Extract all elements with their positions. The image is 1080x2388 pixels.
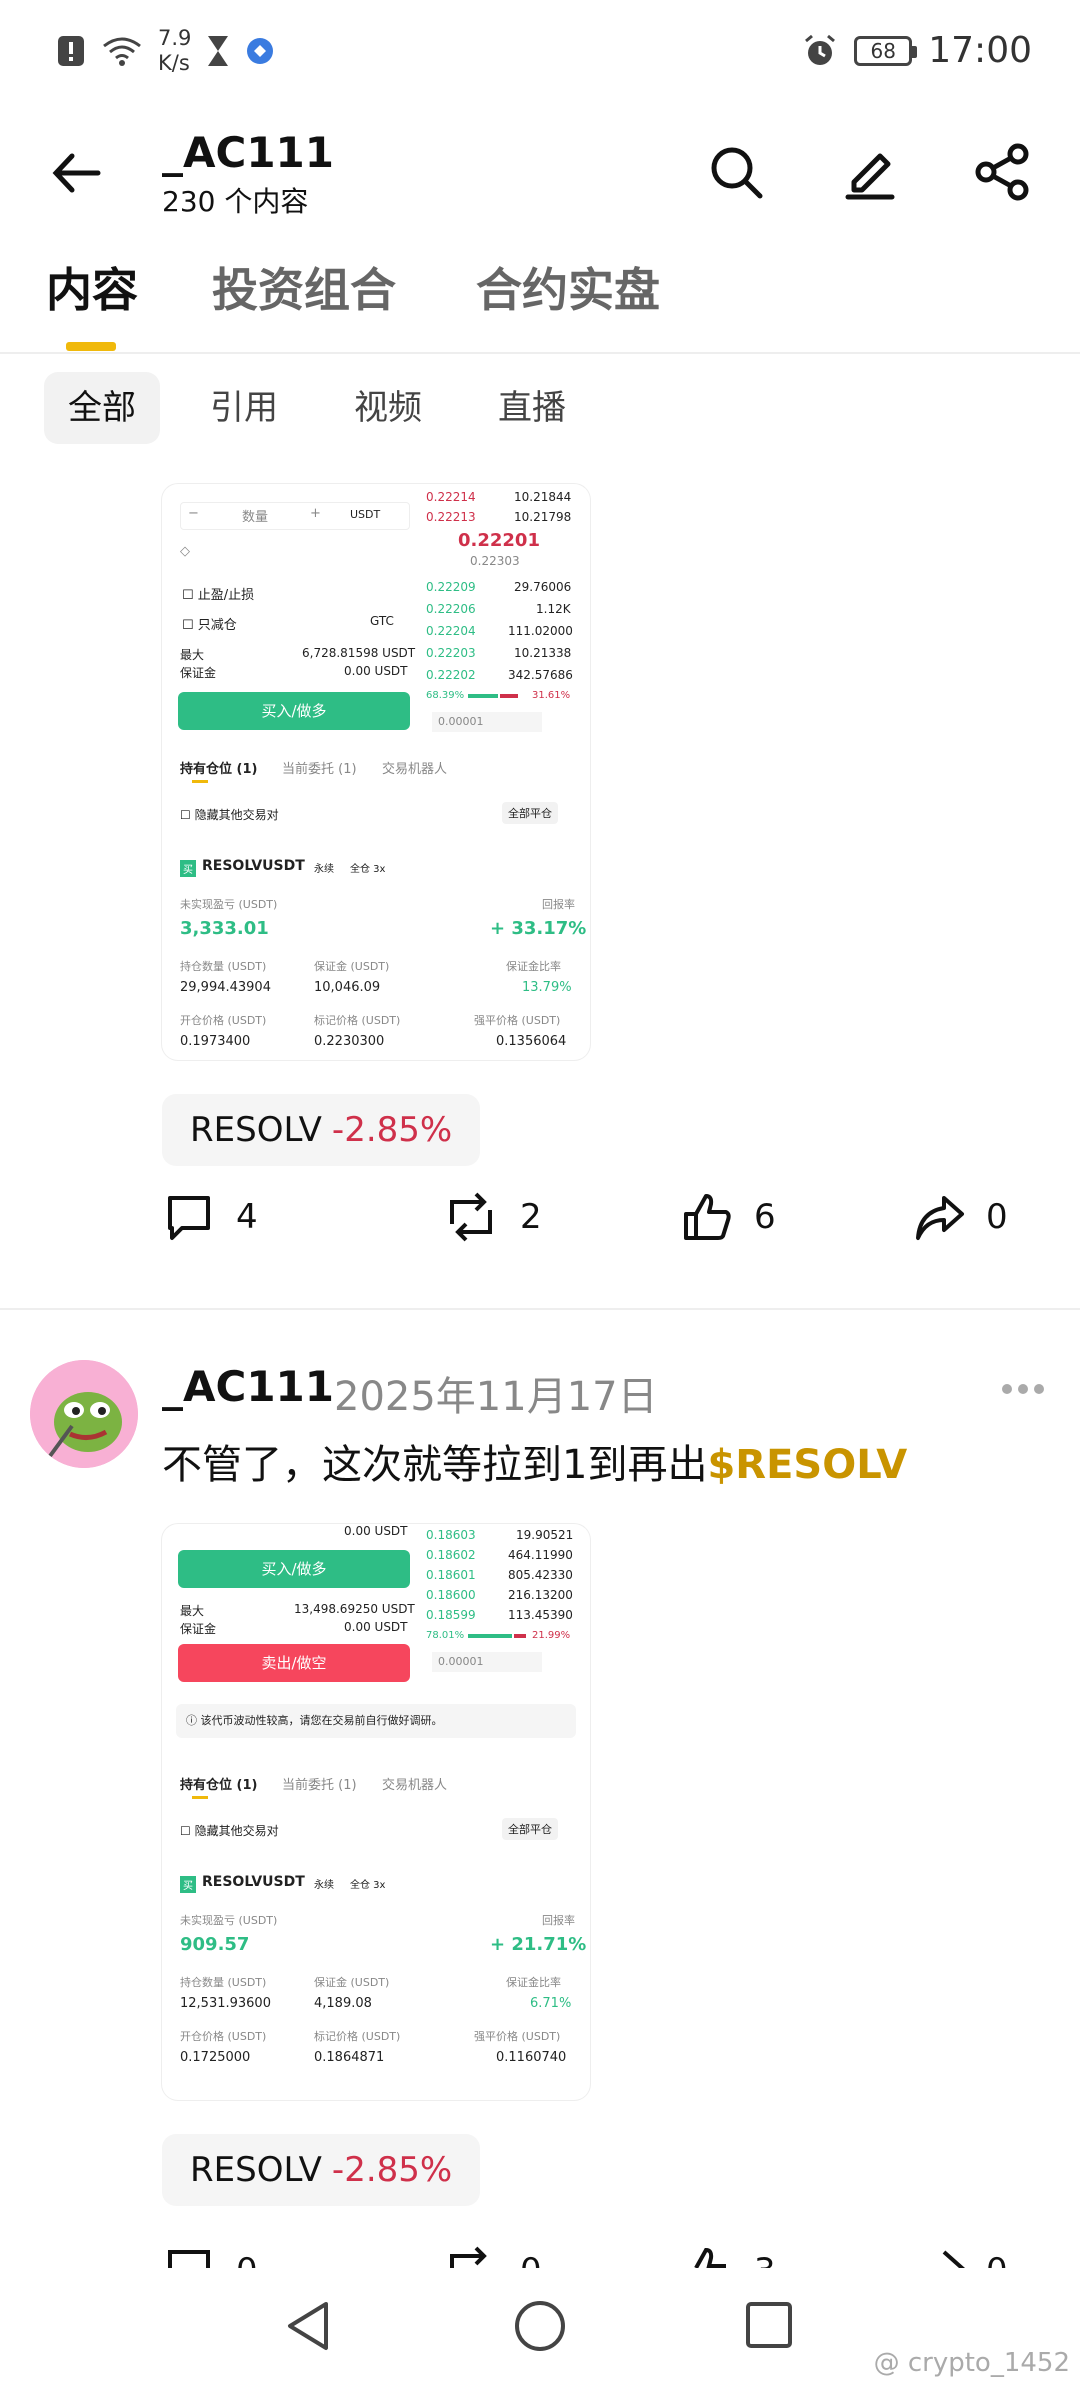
status-right: 68 17:00 [802,30,1032,71]
search-icon[interactable] [706,142,766,202]
sell-short-button: 卖出/做空 [178,1644,410,1682]
share-action[interactable]: 0 [912,2244,1008,2268]
like-action[interactable]: 3 [680,2244,776,2268]
comment-action[interactable]: 4 [162,1190,258,1244]
system-nav-bar: @ crypto_1452 [0,2268,1080,2388]
nav-recents-icon[interactable] [744,2300,794,2350]
post1-action-bar: 4 2 6 0 [0,1190,1080,1270]
repost-count: 0 [520,2251,542,2268]
share-count: 0 [986,1197,1008,1237]
post-username[interactable]: _AC111 [162,1362,334,1411]
repost-count: 2 [520,1197,542,1237]
repost-action[interactable]: 0 [442,2244,542,2268]
profile-header: _AC111 230 个内容 [0,118,1080,228]
more-options-icon[interactable] [1000,1382,1046,1396]
post1-trade-screenshot[interactable]: − 数量 + USDT ◇ ☐ 止盈/止损 ☐ 只减仓 GTC 最大 6,728… [162,484,590,1060]
nav-back-icon[interactable] [282,2298,334,2354]
content-count: 230 个内容 [162,185,309,218]
hourglass-icon [208,36,229,66]
post2-trade-screenshot[interactable]: 0.00 USDT 买入/做多 最大 13,498.69250 USDT 保证金… [162,1524,590,2100]
chip-quotes[interactable]: 引用 [186,372,302,444]
post2-token-pill[interactable]: RESOLV -2.85% [162,2134,481,2206]
post-date: 2025年11月17日 [334,1374,658,1420]
repost-action[interactable]: 2 [442,1190,542,1244]
token-change: -2.85% [331,1110,453,1150]
post-body: 不管了，这次就等拉到1到再出$RESOLV [162,1442,908,1488]
repost-icon [450,1192,492,1242]
like-count: 6 [754,1197,776,1237]
nav-home-icon[interactable] [512,2298,568,2354]
tab-active-indicator [66,342,116,351]
share-action[interactable]: 0 [912,1190,1008,1244]
chip-all[interactable]: 全部 [44,372,160,444]
status-left: 7.9 K/s [56,26,275,76]
alarm-icon [805,34,836,65]
cashtag-link[interactable]: $RESOLV [707,1442,907,1488]
comment-count: 4 [236,1197,258,1237]
tab-content[interactable]: 内容 [46,254,138,320]
currency-select: USDT [350,508,381,521]
share-icon[interactable] [972,142,1032,202]
battery-indicator: 68 [854,35,918,66]
back-arrow-icon[interactable] [48,148,108,198]
forward-share-icon [942,2250,966,2268]
tab-portfolio[interactable]: 投资组合 [212,254,396,320]
watermark: @ crypto_1452 [873,2348,1070,2378]
profile-title: _AC111 [162,128,334,177]
edit-pencil-icon[interactable] [840,142,900,202]
clock: 17:00 [928,30,1032,71]
repost-icon [450,2246,487,2268]
token-symbol: RESOLV [190,2150,322,2190]
comment-icon [168,1196,210,1240]
share-count: 0 [986,2251,1008,2268]
comment-count: 0 [236,2251,258,2268]
thumbs-up-icon [694,2247,726,2268]
token-change: -2.85% [331,2150,453,2190]
app-notification-icon [247,38,274,64]
buy-long-button: 买入/做多 [178,1550,410,1588]
comment-icon [168,2250,210,2268]
like-action[interactable]: 6 [680,1190,776,1244]
tab-live-futures[interactable]: 合约实盘 [476,254,660,320]
profile-tabs: 内容 投资组合 合约实盘 [0,254,1080,354]
forward-share-icon [916,1196,964,1240]
alert-icon [58,36,84,66]
avatar[interactable] [30,1360,138,1468]
status-bar: 7.9 K/s 68 17:00 [0,0,1080,110]
qty-placeholder: 数量 [242,510,269,525]
net-speed: 7.9 K/s [158,26,192,75]
pepe-avatar-icon [30,1360,138,1468]
thumbs-up-icon [684,1194,731,1240]
chip-videos[interactable]: 视频 [330,372,446,444]
wifi-icon [103,37,141,66]
post-divider [0,1308,1080,1310]
comment-action[interactable]: 0 [162,2244,258,2268]
chip-live[interactable]: 直播 [474,372,590,444]
token-symbol: RESOLV [190,1110,322,1150]
post2-action-bar: 0 0 3 0 [0,2238,1080,2268]
buy-long-button: 买入/做多 [178,692,410,730]
like-count: 3 [754,2251,776,2268]
post1-token-pill[interactable]: RESOLV -2.85% [162,1094,481,1166]
risk-notice: ⓘ 该代币波动性较高，请您在交易前自行做好调研。 [176,1704,576,1738]
